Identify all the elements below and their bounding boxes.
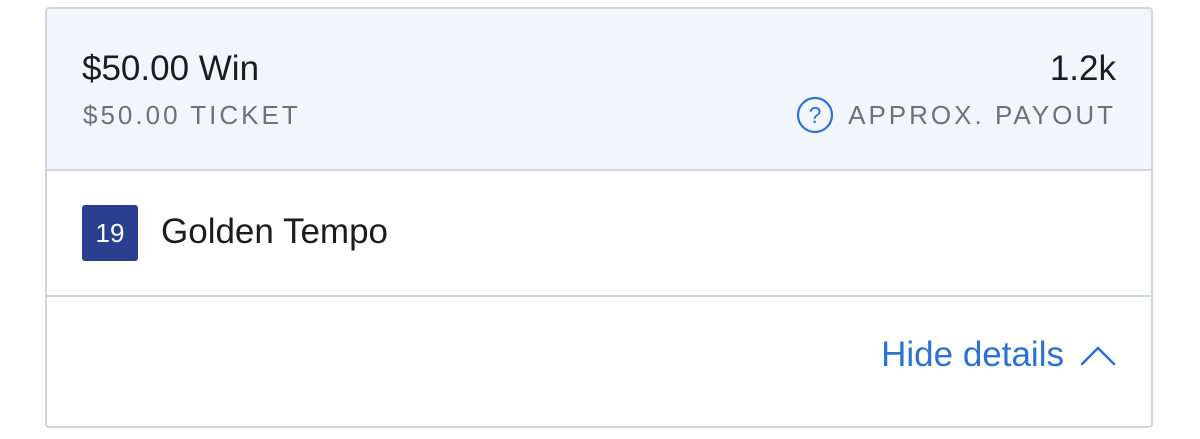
approx-payout-label: APPROX. PAYOUT bbox=[848, 100, 1116, 130]
runner-row: 19 Golden Tempo bbox=[47, 171, 1151, 297]
bet-summary-header: $50.00 Win $50.00 TICKET 1.2k ? APPROX. … bbox=[47, 9, 1151, 171]
payout-label-row: ? APPROX. PAYOUT bbox=[796, 95, 1116, 135]
payout-value: 1.2k bbox=[1049, 49, 1116, 88]
ticket-cost-label: $50.00 TICKET bbox=[83, 100, 301, 130]
runner-name: Golden Tempo bbox=[161, 212, 389, 251]
bet-title: $50.00 Win bbox=[82, 49, 260, 88]
runner-number-badge: 19 bbox=[82, 205, 138, 261]
hide-details-label: Hide details bbox=[881, 335, 1064, 374]
question-circle-icon[interactable]: ? bbox=[796, 96, 834, 134]
hide-details-button[interactable]: Hide details bbox=[881, 335, 1116, 375]
svg-text:?: ? bbox=[809, 102, 822, 128]
chevron-up-icon bbox=[1080, 346, 1116, 366]
